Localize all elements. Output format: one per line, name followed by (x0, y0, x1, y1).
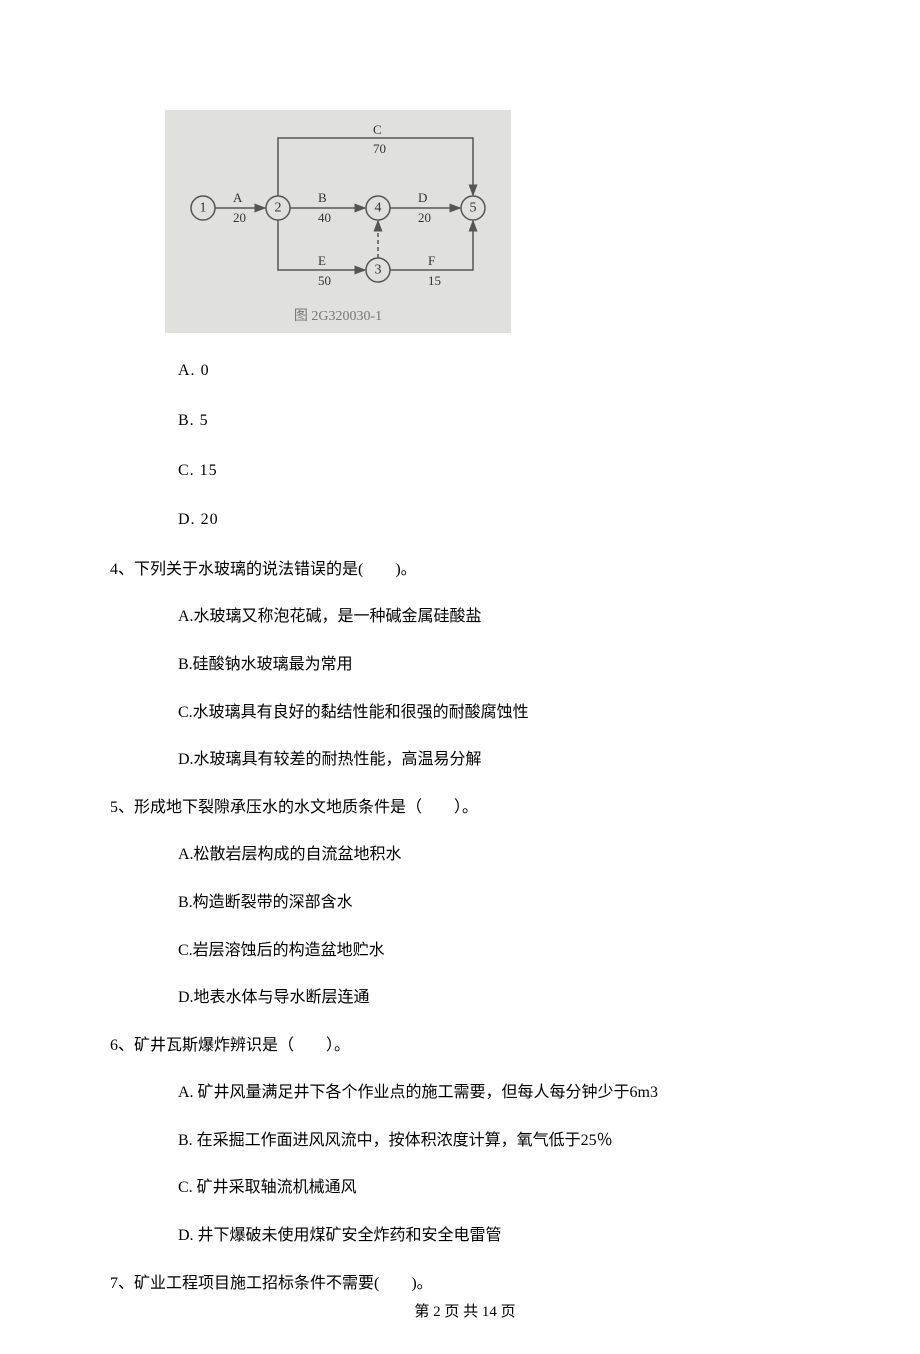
q5-option-a: A.松散岩层构成的自流盆地积水 (178, 842, 820, 868)
q4-option-c: C.水玻璃具有良好的黏结性能和很强的耐酸腐蚀性 (178, 700, 820, 726)
network-diagram: 1 2 4 3 5 A 20 B 40 (165, 110, 511, 333)
q6-option-a: A. 矿井风量满足井下各个作业点的施工需要，但每人每分钟少于6m3 (178, 1080, 820, 1106)
q6-option-d: D. 井下爆破未使用煤矿安全炸药和安全电雷管 (178, 1223, 820, 1249)
q4-option-d: D.水玻璃具有较差的耐热性能，高温易分解 (178, 747, 820, 773)
edge-D-label: D (418, 190, 427, 205)
q5-option-d: D.地表水体与导水断层连通 (178, 985, 820, 1011)
q7-stem: 7、矿业工程项目施工招标条件不需要( )。 (110, 1271, 820, 1297)
network-diagram-container: 1 2 4 3 5 A 20 B 40 (165, 110, 820, 333)
q4-option-b: B.硅酸钠水玻璃最为常用 (178, 652, 820, 678)
edge-A-weight: 20 (233, 210, 246, 225)
edge-E-weight: 50 (318, 273, 331, 288)
q3-option-d: D. 20 (178, 507, 820, 533)
edge-C-label: C (373, 122, 382, 137)
q4-stem: 4、下列关于水玻璃的说法错误的是( )。 (110, 557, 820, 583)
edge-F-label: F (428, 253, 435, 268)
edge-A-label: A (233, 190, 243, 205)
q3-option-a: A. 0 (178, 358, 820, 384)
q5-option-b: B.构造断裂带的深部含水 (178, 890, 820, 916)
q3-option-c: C. 15 (178, 458, 820, 484)
edge-B-weight: 40 (318, 210, 331, 225)
node-4: 4 (375, 201, 382, 216)
node-5: 5 (470, 201, 477, 216)
page-footer: 第 2 页 共 14 页 (110, 1300, 820, 1324)
q6-stem: 6、矿井瓦斯爆炸辨识是（ ）。 (110, 1033, 820, 1059)
network-svg: 1 2 4 3 5 A 20 B 40 (183, 120, 493, 300)
q3-option-b: B. 5 (178, 408, 820, 434)
edge-C-weight: 70 (373, 141, 386, 156)
q5-option-c: C.岩层溶蚀后的构造盆地贮水 (178, 938, 820, 964)
q6-option-b: B. 在采掘工作面进风风流中，按体积浓度计算，氧气低于25％ (178, 1128, 820, 1154)
node-1: 1 (200, 201, 207, 216)
q5-stem: 5、形成地下裂隙承压水的水文地质条件是（ ）。 (110, 795, 820, 821)
edge-B-label: B (318, 190, 327, 205)
diagram-caption: 图 2G320030-1 (183, 306, 493, 328)
edge-F-weight: 15 (428, 273, 441, 288)
node-3: 3 (375, 263, 382, 278)
edge-D-weight: 20 (418, 210, 431, 225)
q4-option-a: A.水玻璃又称泡花碱，是一种碱金属硅酸盐 (178, 604, 820, 630)
node-2: 2 (275, 201, 282, 216)
edge-E-label: E (318, 253, 326, 268)
q6-option-c: C. 矿井采取轴流机械通风 (178, 1175, 820, 1201)
